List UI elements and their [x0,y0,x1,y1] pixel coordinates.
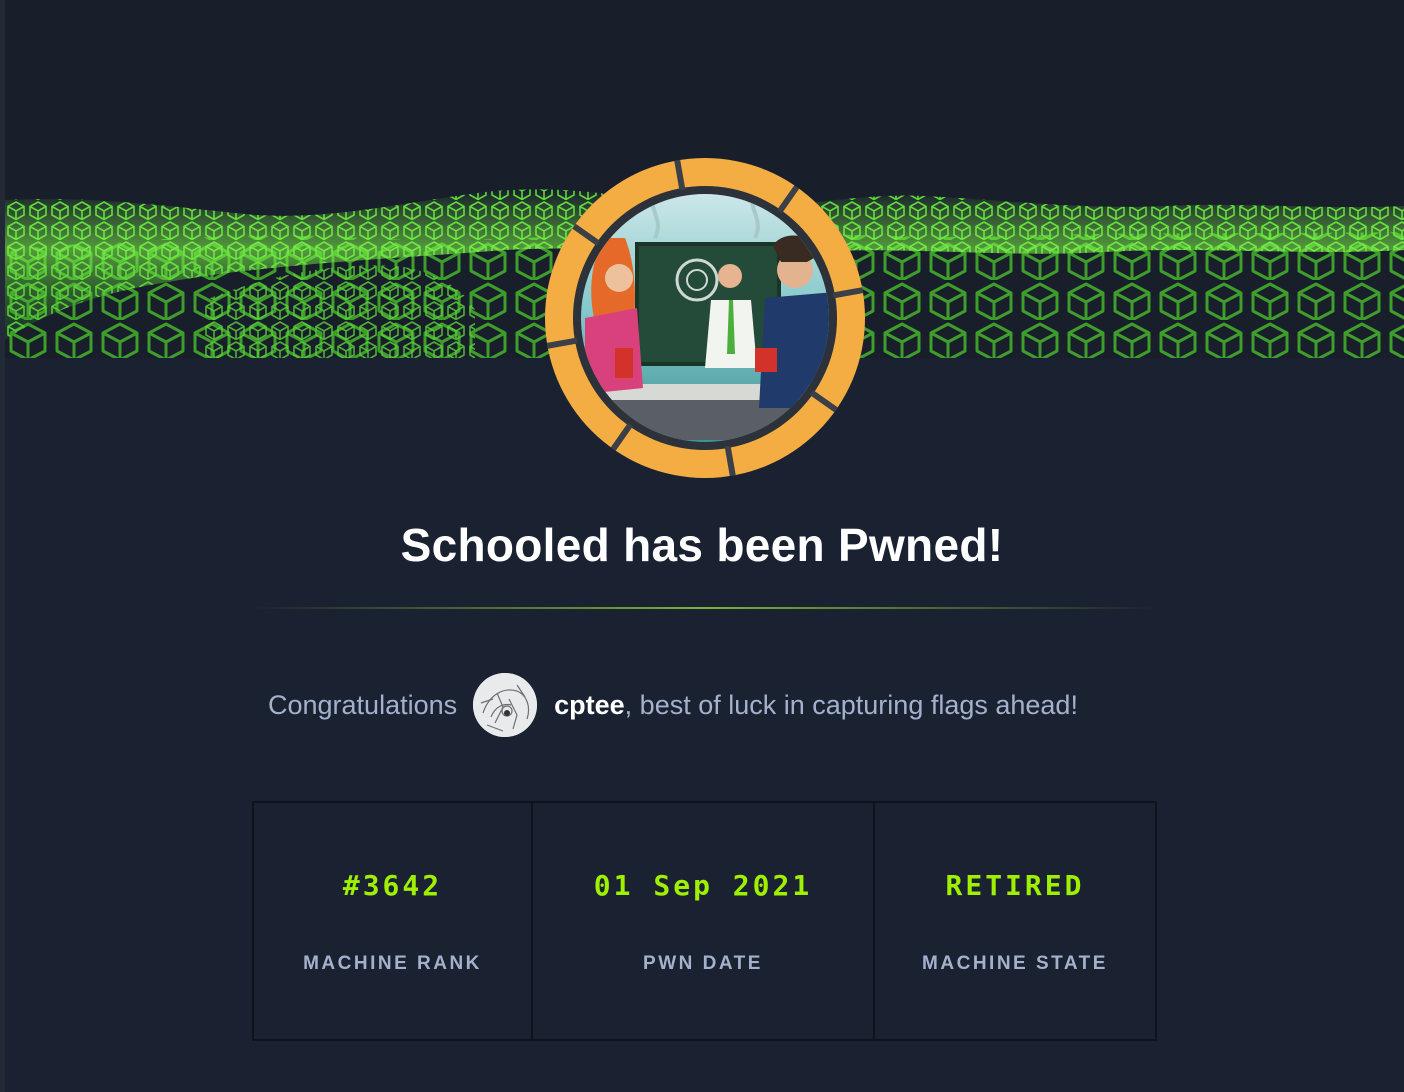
stat-value: #3642 [342,869,443,902]
stat-label: MACHINE STATE [922,953,1108,974]
congrats-prefix: Congratulations [268,689,458,720]
pwn-stats-panel: #3642 MACHINE RANK 01 Sep 2021 PWN DATE … [252,801,1157,1041]
stat-pwn-date: 01 Sep 2021 PWN DATE [531,803,873,1039]
stat-machine-rank: #3642 MACHINE RANK [254,803,531,1039]
user-avatar[interactable] [473,673,538,737]
congrats-message: Congratulations cptee , best of luck in … [268,672,1078,738]
stat-value: 01 Sep 2021 [593,869,813,902]
page-title: Schooled has been Pwned! [400,519,1004,571]
machine-avatar-classroom-icon [545,158,865,478]
title-divider [252,607,1157,609]
stat-label: MACHINE RANK [303,953,482,974]
stat-machine-state: RETIRED MACHINE STATE [873,803,1155,1039]
stat-value: RETIRED [945,869,1085,902]
username-link[interactable]: cptee [554,690,625,721]
machine-badge [545,158,865,478]
user-avatar-sketch-icon [473,673,538,737]
stat-label: PWN DATE [643,953,763,974]
congrats-suffix: , best of luck in capturing flags ahead! [624,689,1078,720]
